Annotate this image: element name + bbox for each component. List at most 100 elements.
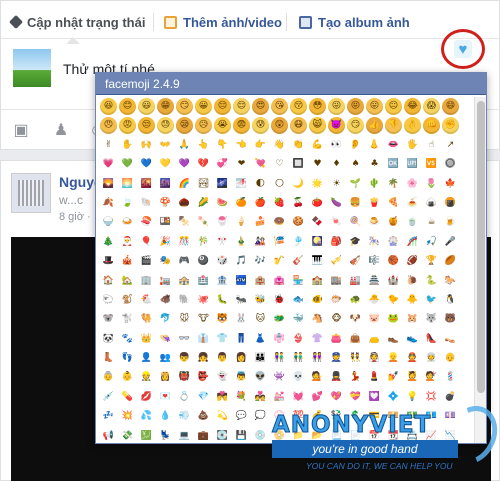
camera-icon[interactable]: ▣ [11,122,31,140]
emoji-item[interactable]: 🐙 [195,292,212,309]
emoji-item[interactable]: 🏈 [404,253,421,270]
emoji-item[interactable]: 👭 [309,350,326,367]
emoji-item[interactable]: 🐑 [100,292,117,309]
emoji-item[interactable]: 📇 [404,428,421,442]
emoji-item[interactable]: 😃 [138,98,155,115]
emoji-item[interactable]: 😍 [252,98,269,115]
emoji-item[interactable]: 💙 [138,156,155,173]
emoji-item[interactable]: 👢 [100,350,117,367]
emoji-item[interactable]: 🎤 [442,234,459,251]
emoji-item[interactable]: 🍕 [385,195,402,212]
emoji-item[interactable]: 💭 [252,408,269,425]
emoji-item[interactable]: 🐌 [404,273,421,290]
emoji-item[interactable]: 😝 [347,98,364,115]
emoji-item[interactable]: 🍉 [214,195,231,212]
emoji-item[interactable]: 😪 [176,117,193,135]
emoji-item[interactable]: 🏥 [195,273,212,290]
emoji-item[interactable]: 👖 [233,331,250,348]
emoji-item[interactable]: 💜 [176,156,193,173]
emoji-item[interactable]: 👯 [347,350,364,367]
emoji-item[interactable]: 🐷 [366,311,383,328]
emoji-item[interactable]: 😜 [328,98,345,115]
emoji-item[interactable]: 💳 [366,408,383,425]
emoji-item[interactable]: 💼 [195,428,212,442]
emoji-item[interactable]: 🎓 [347,234,364,251]
emoji-item[interactable]: 🍝 [404,195,421,212]
emoji-item[interactable]: ❤ [233,156,250,173]
emoji-item[interactable]: 👪 [252,350,269,367]
emoji-item[interactable]: 🐎 [442,273,459,290]
emoji-item[interactable]: 🍎 [252,195,269,212]
emoji-item[interactable]: 💓 [290,389,307,406]
emoji-item[interactable]: 👉 [252,137,269,154]
emoji-item[interactable]: 🐫 [138,311,155,328]
emoji-item[interactable]: 👬 [290,350,307,367]
emoji-item[interactable]: 💑 [252,389,269,406]
emoji-item[interactable]: 🍪 [290,214,307,231]
emoji-item[interactable]: 📀 [271,428,288,442]
emoji-item[interactable]: 💝 [347,389,364,406]
emoji-item[interactable]: ♥ [309,156,326,173]
emoji-item[interactable]: ♦ [328,156,345,173]
emoji-item[interactable]: 🐴 [309,311,326,328]
emoji-item[interactable]: 🐒 [119,292,136,309]
emoji-item[interactable]: 🍧 [214,214,231,231]
emoji-item[interactable]: 🏠 [100,273,117,290]
emoji-item[interactable]: 💔 [195,156,212,173]
tab-update-status[interactable]: Cập nhật trạng thái [8,11,145,44]
emoji-item[interactable]: 👦 [176,350,193,367]
emoji-item[interactable]: 🐟 [290,292,307,309]
emoji-item[interactable]: 😊 [119,98,136,115]
emoji-item[interactable]: 💎 [195,389,212,406]
emoji-item[interactable]: 🐹 [404,311,421,328]
emoji-item[interactable]: 🎣 [423,234,440,251]
emoji-item[interactable]: 🎏 [271,234,288,251]
emoji-item[interactable]: 🎈 [138,234,155,251]
emoji-item[interactable]: 🆙 [404,156,421,173]
tag-friends-icon[interactable]: ♟ [51,122,71,140]
emoji-item[interactable]: 💁 [309,369,326,386]
emoji-item[interactable]: 🐔 [138,292,155,309]
emoji-item[interactable]: 🍢 [176,214,193,231]
emoji-item[interactable]: 🍔 [347,195,364,212]
emoji-item[interactable]: ✊ [442,117,459,135]
emoji-item[interactable]: 💬 [233,408,250,425]
emoji-item[interactable]: 👶 [119,369,136,386]
emoji-item[interactable]: 💠 [385,389,402,406]
emoji-item[interactable]: 🐘 [176,292,193,309]
emoji-item[interactable]: 😔 [214,98,231,115]
emoji-item[interactable]: 👆 [195,137,212,154]
emoji-item[interactable]: 💕 [309,389,326,406]
emoji-item[interactable]: 💀 [290,369,307,386]
emoji-item[interactable]: 🍊 [233,195,250,212]
emoji-item[interactable]: 😲 [271,117,288,135]
emoji-item[interactable]: 👣 [119,350,136,367]
emoji-item[interactable]: 👲 [404,350,421,367]
emoji-item[interactable]: 🎑 [309,234,326,251]
emoji-item[interactable]: 😒 [138,117,155,135]
emoji-item[interactable]: 😸 [309,117,326,135]
emoji-item[interactable]: 🐞 [271,292,288,309]
emoji-item[interactable]: 😄 [442,98,459,115]
emoji-item[interactable]: 👫 [271,350,288,367]
emoji-item[interactable]: 🐝 [252,292,269,309]
emoji-item[interactable]: 🌇 [138,176,155,193]
emoji-item[interactable]: 😀 [195,98,212,115]
emoji-item[interactable]: 🐗 [157,292,174,309]
emoji-item[interactable]: ↗ [442,137,459,154]
emoji-item[interactable]: 💤 [100,408,117,425]
emoji-item[interactable]: 👛 [328,331,345,348]
emoji-item[interactable]: 😆 [100,98,117,115]
emoji-item[interactable]: 🎺 [328,253,345,270]
emoji-item[interactable]: 🐣 [366,292,383,309]
emoji-item[interactable]: 🍆 [328,195,345,212]
emoji-item[interactable]: ♣ [366,156,383,173]
emoji-item[interactable]: 🌟 [309,176,326,193]
emoji-item[interactable]: 🏤 [176,273,193,290]
emoji-item[interactable]: 🎠 [366,234,383,251]
post-author-avatar[interactable] [11,173,51,213]
emoji-item[interactable]: 📄 [347,428,364,442]
emoji-item[interactable]: 🎪 [119,253,136,270]
emoji-item[interactable]: 👡 [442,331,459,348]
emoji-item[interactable]: 🌵 [366,176,383,193]
